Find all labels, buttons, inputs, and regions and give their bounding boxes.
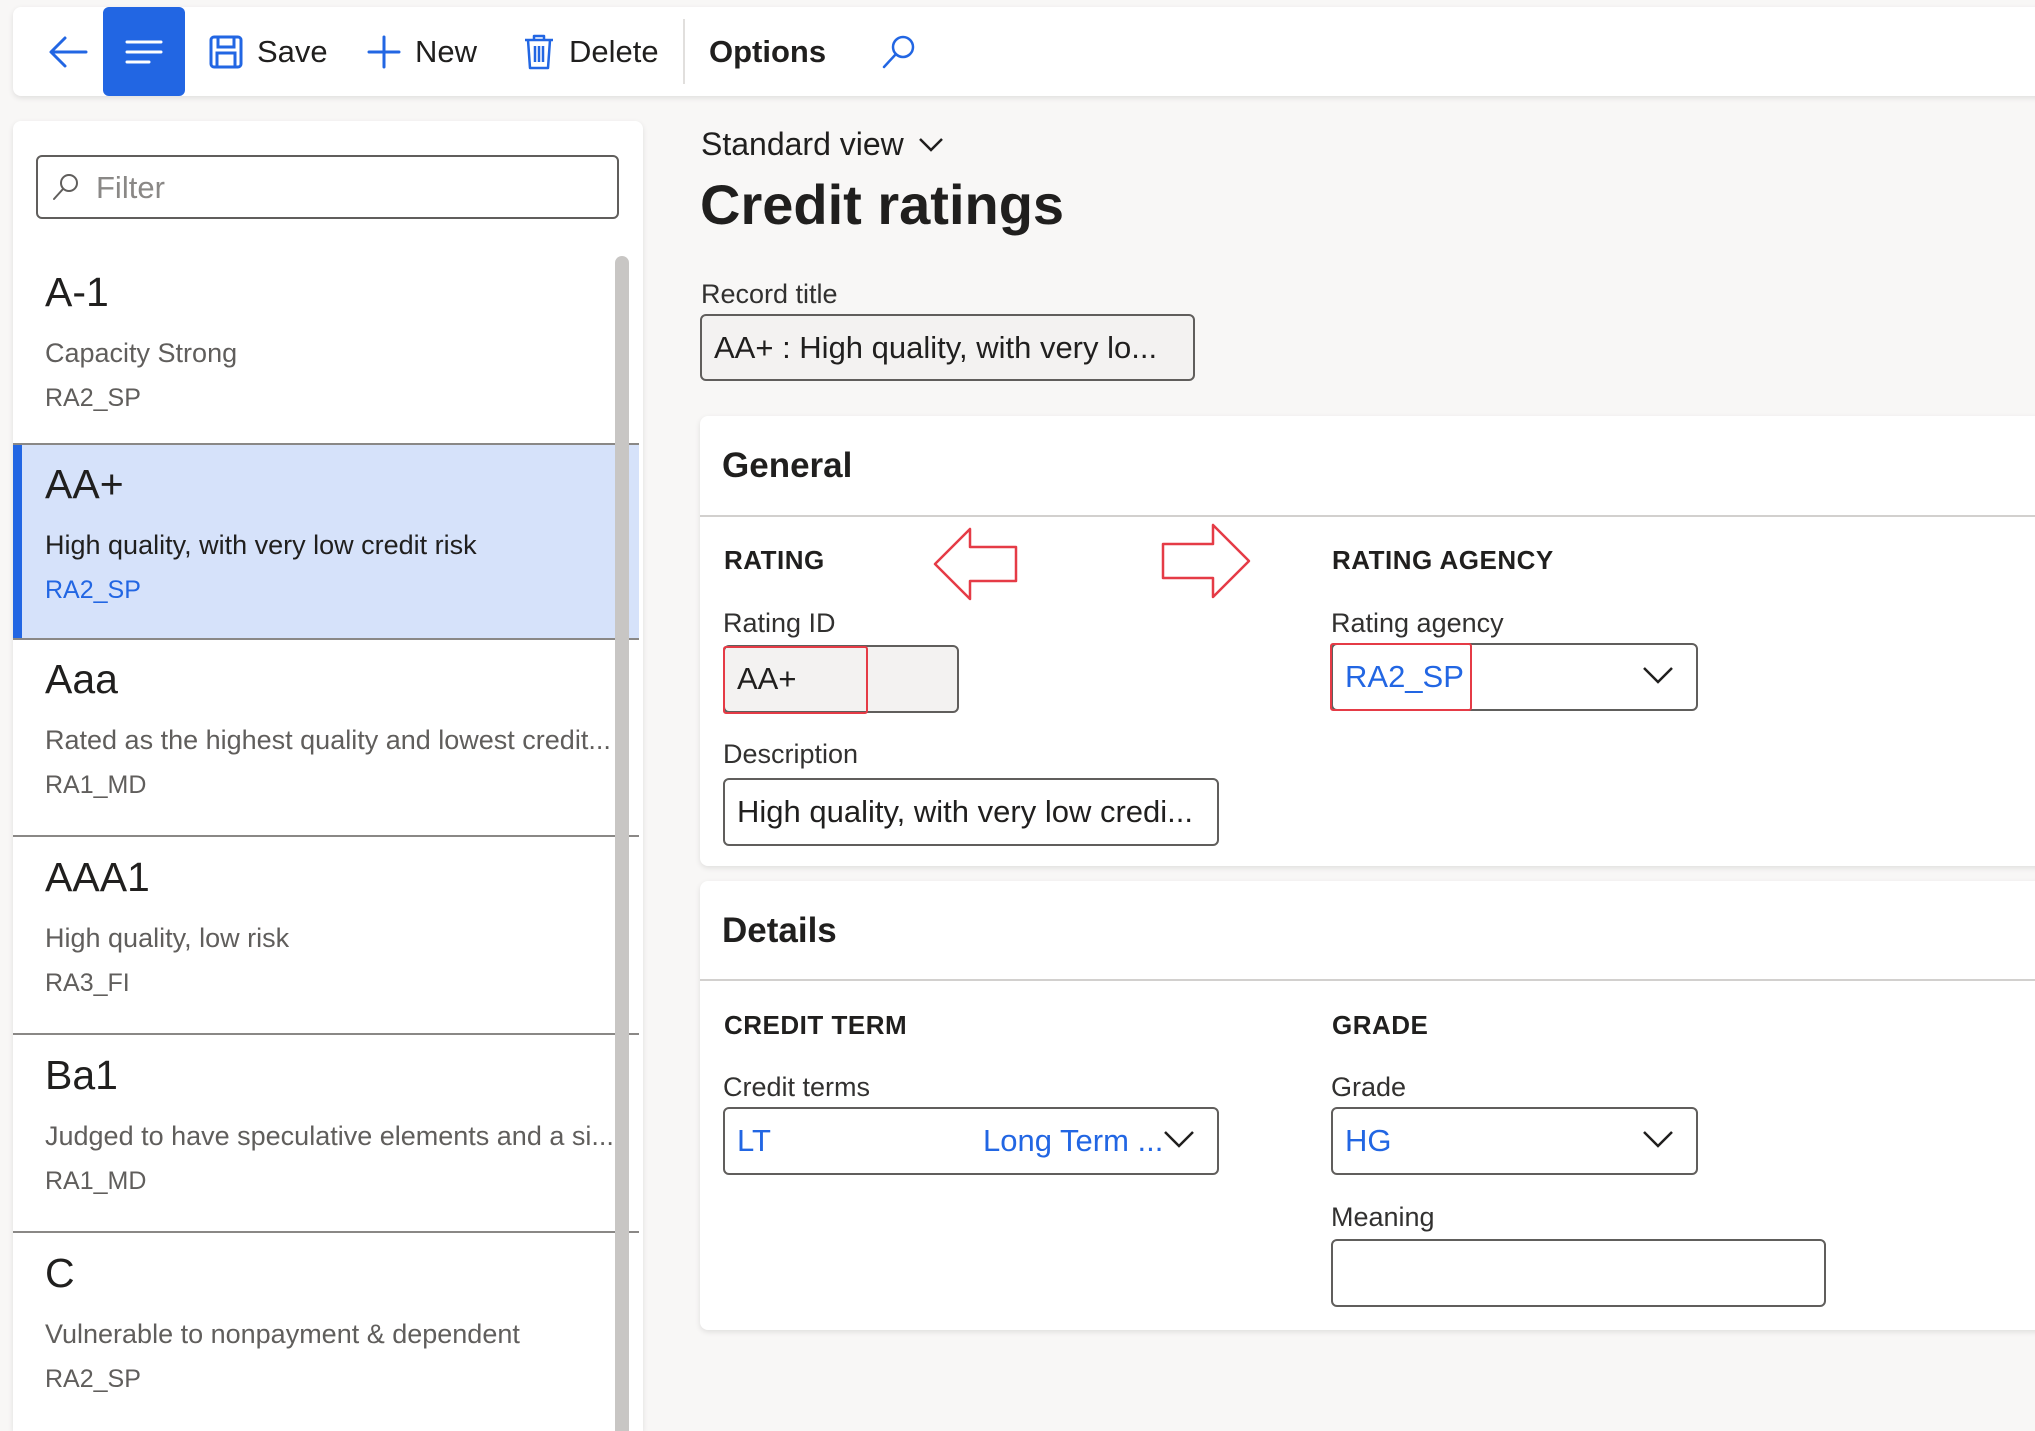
search-button[interactable] — [881, 7, 917, 96]
options-tab[interactable]: Options — [709, 7, 826, 96]
credit-terms-description: Long Term ... — [983, 1123, 1164, 1158]
list-item[interactable]: AAA1 High quality, low risk RA3_FI — [13, 838, 639, 1035]
list-item-agency: RA1_MD — [45, 1167, 147, 1195]
list-item-title: A-1 — [45, 269, 109, 315]
general-section: General RATING Rating ID AA+ Description… — [700, 416, 2035, 866]
chevron-down-icon — [918, 137, 943, 152]
list-item-title: Aaa — [45, 656, 118, 702]
new-label: New — [415, 33, 478, 69]
delete-button[interactable]: Delete — [523, 7, 659, 96]
list-item-agency: RA2_SP — [45, 1365, 141, 1393]
delete-label: Delete — [569, 33, 659, 69]
details-header[interactable]: Details — [722, 911, 837, 951]
list-item-title: AAA1 — [45, 854, 150, 900]
list-item-title: C — [45, 1250, 75, 1296]
rating-agency-group-header: RATING AGENCY — [1332, 545, 1554, 575]
credit-terms-code[interactable]: LT — [737, 1123, 771, 1159]
list-item-description: Judged to have speculative elements and … — [45, 1121, 614, 1151]
general-header[interactable]: General — [722, 446, 852, 486]
filter-box[interactable] — [36, 155, 619, 219]
lines-icon — [125, 40, 163, 63]
record-list-pane: A-1 Capacity Strong RA2_SP AA+ High qual… — [13, 121, 643, 1431]
right-arrow-annotation — [1161, 523, 1251, 599]
chevron-down-icon — [1643, 667, 1673, 684]
list-item-description: High quality, with very low credit risk — [45, 530, 477, 560]
section-divider — [700, 515, 2035, 517]
record-title-field: AA+ : High quality, with very lo... — [700, 314, 1195, 381]
search-icon — [53, 174, 78, 200]
meaning-field[interactable] — [1331, 1239, 1826, 1307]
grade-dropdown[interactable]: HG — [1331, 1107, 1698, 1175]
description-value: High quality, with very low credi... — [737, 794, 1193, 829]
new-button[interactable]: New — [367, 7, 477, 96]
rating-id-label: Rating ID — [723, 608, 836, 638]
list-item-title: AA+ — [45, 461, 124, 507]
left-arrow-annotation — [933, 527, 1018, 601]
credit-terms-label: Credit terms — [723, 1072, 871, 1102]
highlight-box — [1330, 643, 1472, 711]
list-item-selected[interactable]: AA+ High quality, with very low credit r… — [13, 443, 639, 640]
credit-term-group-header: CREDIT TERM — [724, 1010, 908, 1040]
list-item-description: High quality, low risk — [45, 923, 290, 953]
section-divider — [700, 979, 2035, 981]
view-label: Standard view — [701, 126, 904, 162]
list-item-description: Vulnerable to nonpayment & dependent — [45, 1319, 520, 1349]
list-item-agency: RA1_MD — [45, 771, 147, 799]
back-button[interactable] — [33, 7, 103, 96]
trash-icon — [525, 34, 553, 69]
list-item-description: Rated as the highest quality and lowest … — [45, 725, 611, 755]
rating-group-header: RATING — [724, 545, 825, 575]
grade-group-header: GRADE — [1332, 1010, 1429, 1040]
credit-terms-dropdown[interactable]: LT Long Term ... — [723, 1107, 1219, 1175]
save-icon — [209, 35, 243, 68]
rating-agency-label: Rating agency — [1331, 608, 1504, 638]
list-scrollbar[interactable] — [615, 256, 629, 1431]
grade-label: Grade — [1331, 1072, 1407, 1102]
list-item-title: Ba1 — [45, 1052, 118, 1098]
list-item[interactable]: Ba1 Judged to have speculative elements … — [13, 1036, 639, 1233]
toolbar-divider — [683, 19, 685, 84]
highlight-box — [723, 646, 868, 714]
navigation-menu-button[interactable] — [103, 7, 185, 96]
list-item-agency: RA2_SP — [45, 576, 141, 604]
chevron-down-icon — [1643, 1131, 1673, 1148]
back-arrow-icon — [49, 36, 88, 67]
meaning-label: Meaning — [1331, 1202, 1435, 1232]
list-item[interactable]: A-1 Capacity Strong RA2_SP — [13, 253, 639, 450]
grade-value[interactable]: HG — [1345, 1123, 1392, 1159]
view-selector[interactable]: Standard view — [701, 126, 944, 163]
details-section: Details CREDIT TERM Credit terms LT Long… — [700, 881, 2035, 1330]
record-title-value: AA+ : High quality, with very lo... — [714, 329, 1158, 365]
list-item-agency: RA3_FI — [45, 969, 130, 997]
description-label: Description — [723, 739, 859, 769]
list-item-agency: RA2_SP — [45, 384, 141, 412]
page-title: Credit ratings — [700, 173, 1065, 236]
options-label: Options — [709, 33, 827, 69]
search-icon — [882, 35, 915, 68]
plus-icon — [367, 35, 401, 68]
save-label: Save — [257, 33, 328, 69]
list-item[interactable]: Aaa Rated as the highest quality and low… — [13, 640, 639, 837]
action-pane: Save New Delete Options — [13, 7, 2035, 96]
description-field[interactable]: High quality, with very low credi... — [723, 778, 1219, 846]
record-title-label: Record title — [701, 279, 838, 309]
filter-input[interactable] — [94, 167, 598, 209]
save-button[interactable]: Save — [209, 7, 328, 96]
list-item-description: Capacity Strong — [45, 338, 238, 368]
list-item[interactable]: C Vulnerable to nonpayment & dependent R… — [13, 1234, 639, 1431]
chevron-down-icon — [1164, 1131, 1194, 1148]
